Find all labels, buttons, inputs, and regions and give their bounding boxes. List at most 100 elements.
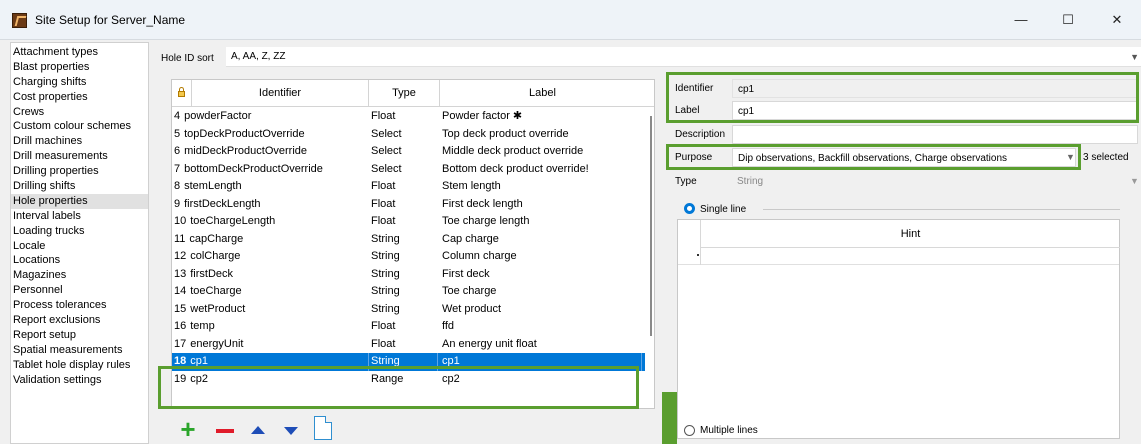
- settings-category-list[interactable]: Attachment types Blast properties Charging…: [10, 42, 149, 444]
- nav-item[interactable]: Locale: [11, 239, 148, 254]
- nav-item[interactable]: Drilling shifts: [11, 179, 148, 194]
- identifier-cell[interactable]: 6 midDeckProductOverride: [174, 143, 369, 161]
- label-cell[interactable]: Powder factor ✱: [442, 108, 642, 126]
- remove-property-button[interactable]: [214, 419, 236, 441]
- type-cell[interactable]: String: [371, 266, 438, 284]
- label-cell[interactable]: cp1: [442, 353, 642, 371]
- chevron-down-icon[interactable]: ▼: [1130, 176, 1139, 186]
- identifier-cell[interactable]: 14 toeCharge: [174, 283, 369, 301]
- label-cell[interactable]: An energy unit float: [442, 336, 642, 354]
- identifier-cell[interactable]: 18 cp1: [174, 353, 369, 371]
- label-cell[interactable]: Column charge: [442, 248, 642, 266]
- type-cell[interactable]: Select: [371, 161, 438, 179]
- label-cell[interactable]: Cap charge: [442, 231, 642, 249]
- type-cell[interactable]: Float: [371, 213, 438, 231]
- nav-item[interactable]: Attachment types: [11, 45, 148, 60]
- type-cell[interactable]: Select: [371, 126, 438, 144]
- table-row[interactable]: 9 firstDeckLength Float First deck length: [172, 196, 645, 214]
- nav-item[interactable]: Report setup: [11, 328, 148, 343]
- lock-column-header[interactable]: [172, 80, 192, 107]
- identifier-cell[interactable]: 9 firstDeckLength: [174, 196, 369, 214]
- nav-item[interactable]: Report exclusions: [11, 313, 148, 328]
- nav-item[interactable]: Magazines: [11, 268, 148, 283]
- multiple-lines-label[interactable]: Multiple lines: [700, 425, 758, 436]
- table-row[interactable]: 18 cp1 String cp1: [172, 353, 645, 371]
- type-cell[interactable]: String: [371, 231, 438, 249]
- type-cell[interactable]: String: [371, 248, 438, 266]
- label-field[interactable]: cp1: [732, 101, 1138, 120]
- scrollbar-thumb[interactable]: [650, 116, 652, 336]
- table-row[interactable]: 8 stemLength Float Stem length: [172, 178, 645, 196]
- hole-id-sort-dropdown[interactable]: A, AA, Z, ZZ ▼: [226, 47, 1141, 67]
- type-column-header[interactable]: Type: [369, 80, 440, 107]
- nav-item[interactable]: Loading trucks: [11, 224, 148, 239]
- move-up-button[interactable]: [247, 419, 269, 441]
- table-scrollbar[interactable]: [646, 108, 654, 408]
- hole-properties-table[interactable]: Identifier Type Label 4 powderFactor Float…: [171, 79, 655, 409]
- nav-item[interactable]: Locations: [11, 253, 148, 268]
- identifier-cell[interactable]: 5 topDeckProductOverride: [174, 126, 369, 144]
- label-cell[interactable]: Toe charge length: [442, 213, 642, 231]
- type-cell[interactable]: Float: [371, 196, 438, 214]
- close-button[interactable]: ✕: [1102, 8, 1132, 32]
- label-cell[interactable]: First deck length: [442, 196, 642, 214]
- add-property-button[interactable]: +: [177, 416, 199, 442]
- type-cell[interactable]: String: [371, 283, 438, 301]
- label-cell[interactable]: Stem length: [442, 178, 642, 196]
- nav-item[interactable]: Custom colour schemes: [11, 119, 148, 134]
- type-cell[interactable]: Select: [371, 143, 438, 161]
- table-row[interactable]: 7 bottomDeckProductOverride Select Bottom d…: [172, 161, 645, 179]
- move-down-button[interactable]: [280, 419, 302, 441]
- identifier-cell[interactable]: 15 wetProduct: [174, 301, 369, 319]
- nav-item[interactable]: Crews: [11, 105, 148, 120]
- copy-document-icon[interactable]: [314, 416, 332, 440]
- table-row[interactable]: 13 firstDeck String First deck: [172, 266, 645, 284]
- label-column-header[interactable]: Label: [440, 80, 645, 107]
- chevron-down-icon[interactable]: ▼: [1066, 152, 1075, 162]
- type-cell[interactable]: String: [371, 353, 438, 371]
- identifier-cell[interactable]: 7 bottomDeckProductOverride: [174, 161, 369, 179]
- table-row[interactable]: 4 powderFactor Float Powder factor ✱: [172, 108, 645, 126]
- purpose-dropdown[interactable]: Dip observations, Backfill observations,…: [732, 148, 1076, 167]
- table-row[interactable]: 14 toeCharge String Toe charge: [172, 283, 645, 301]
- nav-item[interactable]: Personnel: [11, 283, 148, 298]
- table-row[interactable]: 19 cp2 Range cp2: [172, 371, 645, 389]
- identifier-cell[interactable]: 10 toeChargeLength: [174, 213, 369, 231]
- single-line-label[interactable]: Single line: [700, 204, 746, 215]
- table-row[interactable]: 16 temp Float ffd: [172, 318, 645, 336]
- label-cell[interactable]: Middle deck product override: [442, 143, 642, 161]
- label-cell[interactable]: Top deck product override: [442, 126, 642, 144]
- nav-item[interactable]: Process tolerances: [11, 298, 148, 313]
- label-cell[interactable]: Toe charge: [442, 283, 642, 301]
- nav-item[interactable]: Drill machines: [11, 134, 148, 149]
- label-cell[interactable]: First deck: [442, 266, 642, 284]
- type-cell[interactable]: Float: [371, 336, 438, 354]
- table-row[interactable]: 6 midDeckProductOverride Select Middle deck…: [172, 143, 645, 161]
- hint-column-header[interactable]: Hint: [700, 220, 1120, 248]
- maximize-button[interactable]: ☐: [1053, 8, 1083, 32]
- identifier-cell[interactable]: 8 stemLength: [174, 178, 369, 196]
- chevron-down-icon[interactable]: ▼: [1130, 47, 1139, 67]
- identifier-cell[interactable]: 11 capCharge: [174, 231, 369, 249]
- hint-row[interactable]: [678, 248, 1119, 265]
- nav-item[interactable]: Charging shifts: [11, 75, 148, 90]
- nav-item[interactable]: Validation settings: [11, 373, 148, 388]
- identifier-cell[interactable]: 13 firstDeck: [174, 266, 369, 284]
- table-row[interactable]: 10 toeChargeLength Float Toe charge length: [172, 213, 645, 231]
- identifier-cell[interactable]: 19 cp2: [174, 371, 369, 389]
- nav-item[interactable]: Drill measurements: [11, 149, 148, 164]
- type-cell[interactable]: Float: [371, 108, 438, 126]
- identifier-cell[interactable]: 16 temp: [174, 318, 369, 336]
- nav-item[interactable]: Spatial measurements: [11, 343, 148, 358]
- label-cell[interactable]: cp2: [442, 371, 642, 389]
- type-cell[interactable]: Float: [371, 318, 438, 336]
- type-dropdown[interactable]: String: [737, 176, 763, 187]
- type-cell[interactable]: String: [371, 301, 438, 319]
- table-row[interactable]: 15 wetProduct String Wet product: [172, 301, 645, 319]
- identifier-column-header[interactable]: Identifier: [192, 80, 369, 107]
- type-cell[interactable]: Float: [371, 178, 438, 196]
- multiple-lines-radio[interactable]: [684, 425, 695, 436]
- description-field[interactable]: [732, 125, 1138, 144]
- hint-grid[interactable]: Hint: [677, 219, 1120, 439]
- label-cell[interactable]: Bottom deck product override!: [442, 161, 642, 179]
